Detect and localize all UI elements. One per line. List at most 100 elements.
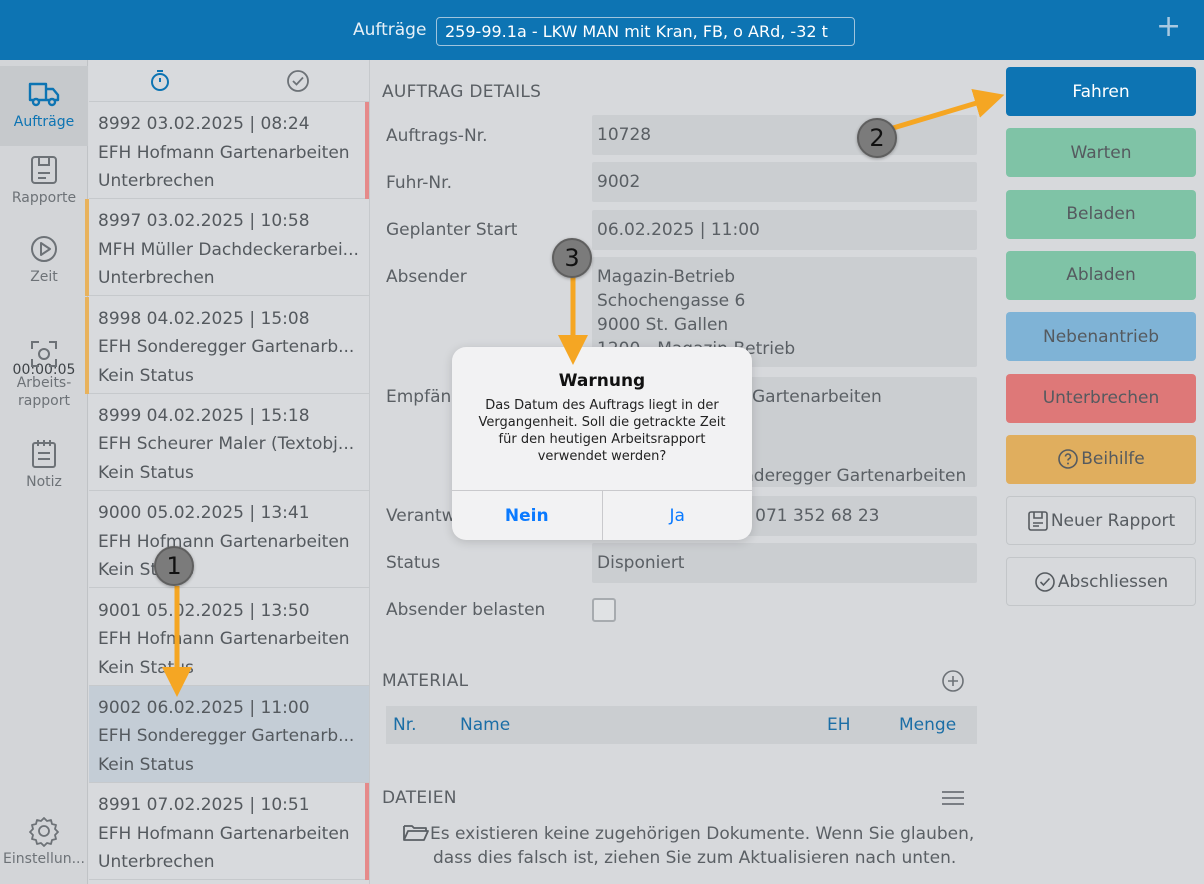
unterbrechen-button[interactable]: Unterbrechen (1006, 373, 1196, 423)
status-bar (85, 199, 89, 297)
material-section-title: MATERIAL (382, 671, 469, 691)
dialog-no-button[interactable]: Nein (452, 491, 602, 540)
button-label: Abschliessen (1057, 571, 1169, 592)
order-line3: Kein Status (98, 462, 194, 483)
warten-button[interactable]: Warten (1006, 128, 1196, 178)
warning-dialog: Warnung Das Datum des Auftrags liegt in … (452, 347, 752, 540)
order-line2: EFH Hofmann Gartenarbeiten (98, 531, 350, 552)
button-label: Warten (1070, 142, 1132, 163)
plus-circle-icon[interactable] (941, 669, 965, 693)
neuer-rapport-button[interactable]: Neuer Rapport (1006, 496, 1196, 546)
stopwatch-icon[interactable] (148, 69, 172, 93)
details-section-title: AUFTRAG DETAILS (382, 82, 542, 102)
abschliessen-button[interactable]: Abschliessen (1006, 557, 1196, 607)
nav-item-notiz[interactable]: Notiz (0, 438, 88, 490)
beladen-button[interactable]: Beladen (1006, 189, 1196, 239)
auftrags-nr-value: 10728 (592, 115, 977, 155)
fuhr-nr-label: Fuhr-Nr. (386, 173, 452, 193)
absender-belasten-label: Absender belasten (386, 600, 546, 620)
action-panel: Fahren Warten Beladen Abladen Nebenantrieb Un… (998, 60, 1204, 884)
fuhr-nr-value: 9002 (592, 162, 977, 202)
order-list-item[interactable]: 9002 06.02.2025 | 11:00 EFH Sonderegger G… (89, 685, 369, 783)
order-list: 8992 03.02.2025 | 08:24 EFH Hofmann Garte… (85, 60, 369, 884)
button-label: Neuer Rapport (1050, 510, 1176, 531)
vehicle-selector[interactable]: 259-99.1a - LKW MAN mit Kran, FB, o ARd,… (436, 17, 855, 46)
order-line3: Unterbrechen (98, 171, 215, 191)
fahren-button[interactable]: Fahren (1006, 67, 1196, 116)
nav-label: Notiz (26, 474, 62, 490)
button-label: Nebenantrieb (1042, 326, 1160, 347)
button-label: Unterbrechen (1042, 388, 1160, 408)
abladen-button[interactable]: Abladen (1006, 250, 1196, 300)
order-list-item[interactable]: 8997 03.02.2025 | 10:58 MFH Müller Dachde… (85, 199, 369, 297)
status-value: Disponiert (592, 543, 977, 583)
gear-icon (29, 817, 59, 847)
order-line1: 9000 05.02.2025 | 13:41 (98, 503, 310, 524)
plus-icon[interactable]: + (1156, 12, 1181, 42)
order-line1: 8999 04.02.2025 | 15:18 (98, 405, 310, 426)
nav-label: Zeit (30, 269, 58, 285)
check-circle-icon (1034, 571, 1056, 593)
dialog-yes-button[interactable]: Ja (601, 491, 753, 540)
order-line2: EFH Hofmann Gartenarbeiten (98, 629, 350, 649)
nebenantrieb-button[interactable]: Nebenantrieb (1006, 312, 1196, 362)
order-list-item[interactable]: 9000 05.02.2025 | 13:41 EFH Hofmann Garte… (89, 491, 369, 589)
order-list-item[interactable]: 9001 05.02.2025 | 13:50 EFH Hofmann Garte… (89, 589, 369, 686)
help-circle-icon (1057, 448, 1079, 470)
nav-item-arbeitsrapport[interactable]: Arbeits-rapport (0, 338, 88, 410)
order-line3: Kein Status (98, 365, 194, 386)
nav-item-auftraege[interactable]: Aufträge (0, 66, 88, 146)
button-label: Fahren (1072, 81, 1130, 102)
order-line2: EFH Sonderegger Gartenarb... (98, 337, 355, 358)
clipboard-icon (31, 156, 57, 184)
annotation-marker-1: 1 (154, 546, 194, 586)
absender-line: 9000 St. Gallen (597, 315, 729, 335)
order-list-item[interactable]: 8992 03.02.2025 | 08:24 EFH Hofmann Garte… (89, 102, 369, 199)
nav-label: Rapporte (11, 190, 77, 206)
order-line2: EFH Scheurer Maler (Textobj... (98, 434, 355, 455)
material-table-header: Nr. Name EH Menge (386, 706, 977, 744)
button-label: Beladen (1066, 204, 1136, 225)
files-section-title: DATEIEN (382, 788, 457, 808)
absender-line: Magazin-Betrieb (597, 267, 735, 287)
nav-item-rapporte[interactable]: Rapporte (0, 154, 88, 206)
nav-label: Aufträge (13, 114, 75, 130)
order-list-item[interactable]: 8999 04.02.2025 | 15:18 EFH Scheurer Male… (89, 394, 369, 491)
column-menge: Menge (899, 715, 957, 735)
files-empty-line2: dass dies falsch ist, ziehen Sie zum Akt… (433, 848, 957, 868)
auftrags-nr-label: Auftrags-Nr. (386, 126, 488, 146)
files-empty-line1: Es existieren keine zugehörigen Dokument… (430, 824, 975, 844)
nav-item-zeit[interactable]: Zeit (0, 233, 88, 285)
dialog-title: Warnung (558, 371, 646, 391)
order-list-item[interactable]: 8991 07.02.2025 | 10:51 EFH Hofmann Garte… (89, 783, 369, 881)
files-empty-message: Es existieren keine zugehörigen Dokument… (402, 822, 975, 870)
empfaenger-label: Empfän (386, 387, 452, 407)
order-line1: 8997 03.02.2025 | 10:58 (98, 211, 310, 232)
folder-icon (403, 825, 429, 841)
side-nav: Aufträge Rapporte Zeit 00:00:05 Arbeits-… (0, 60, 88, 884)
column-eh: EH (827, 715, 851, 735)
column-nr: Nr. (393, 715, 417, 735)
absender-belasten-checkbox[interactable] (592, 598, 616, 622)
status-bar (85, 296, 89, 394)
order-line1: 9002 06.02.2025 | 11:00 (98, 697, 310, 718)
absender-label: Absender (386, 267, 467, 287)
order-line2: EFH Hofmann Gartenarbeiten (98, 823, 350, 844)
verantwortlich-label: Verantw (386, 506, 456, 526)
start-value: 06.02.2025 | 11:00 (592, 210, 977, 250)
focus-icon (31, 341, 57, 367)
beihilfe-button[interactable]: Beihilfe (1006, 434, 1196, 484)
nav-item-einstellungen[interactable]: Einstellun... (0, 815, 88, 867)
check-circle-icon[interactable] (286, 69, 310, 93)
button-label: Beihilfe (1081, 449, 1145, 470)
order-line2: MFH Müller Dachdeckerarbei... (98, 239, 359, 260)
order-line2: EFH Hofmann Gartenarbeiten (98, 142, 350, 163)
order-list-header (89, 60, 369, 102)
order-list-item[interactable]: 8998 04.02.2025 | 15:08 EFH Sonderegger G… (85, 296, 369, 394)
clipboard-icon (1027, 510, 1049, 532)
menu-icon[interactable] (941, 788, 965, 808)
annotation-marker-3: 3 (552, 238, 592, 278)
order-line3: Kein Status (98, 657, 194, 678)
order-line2: EFH Sonderegger Gartenarb... (98, 726, 355, 747)
notepad-icon (32, 440, 56, 468)
